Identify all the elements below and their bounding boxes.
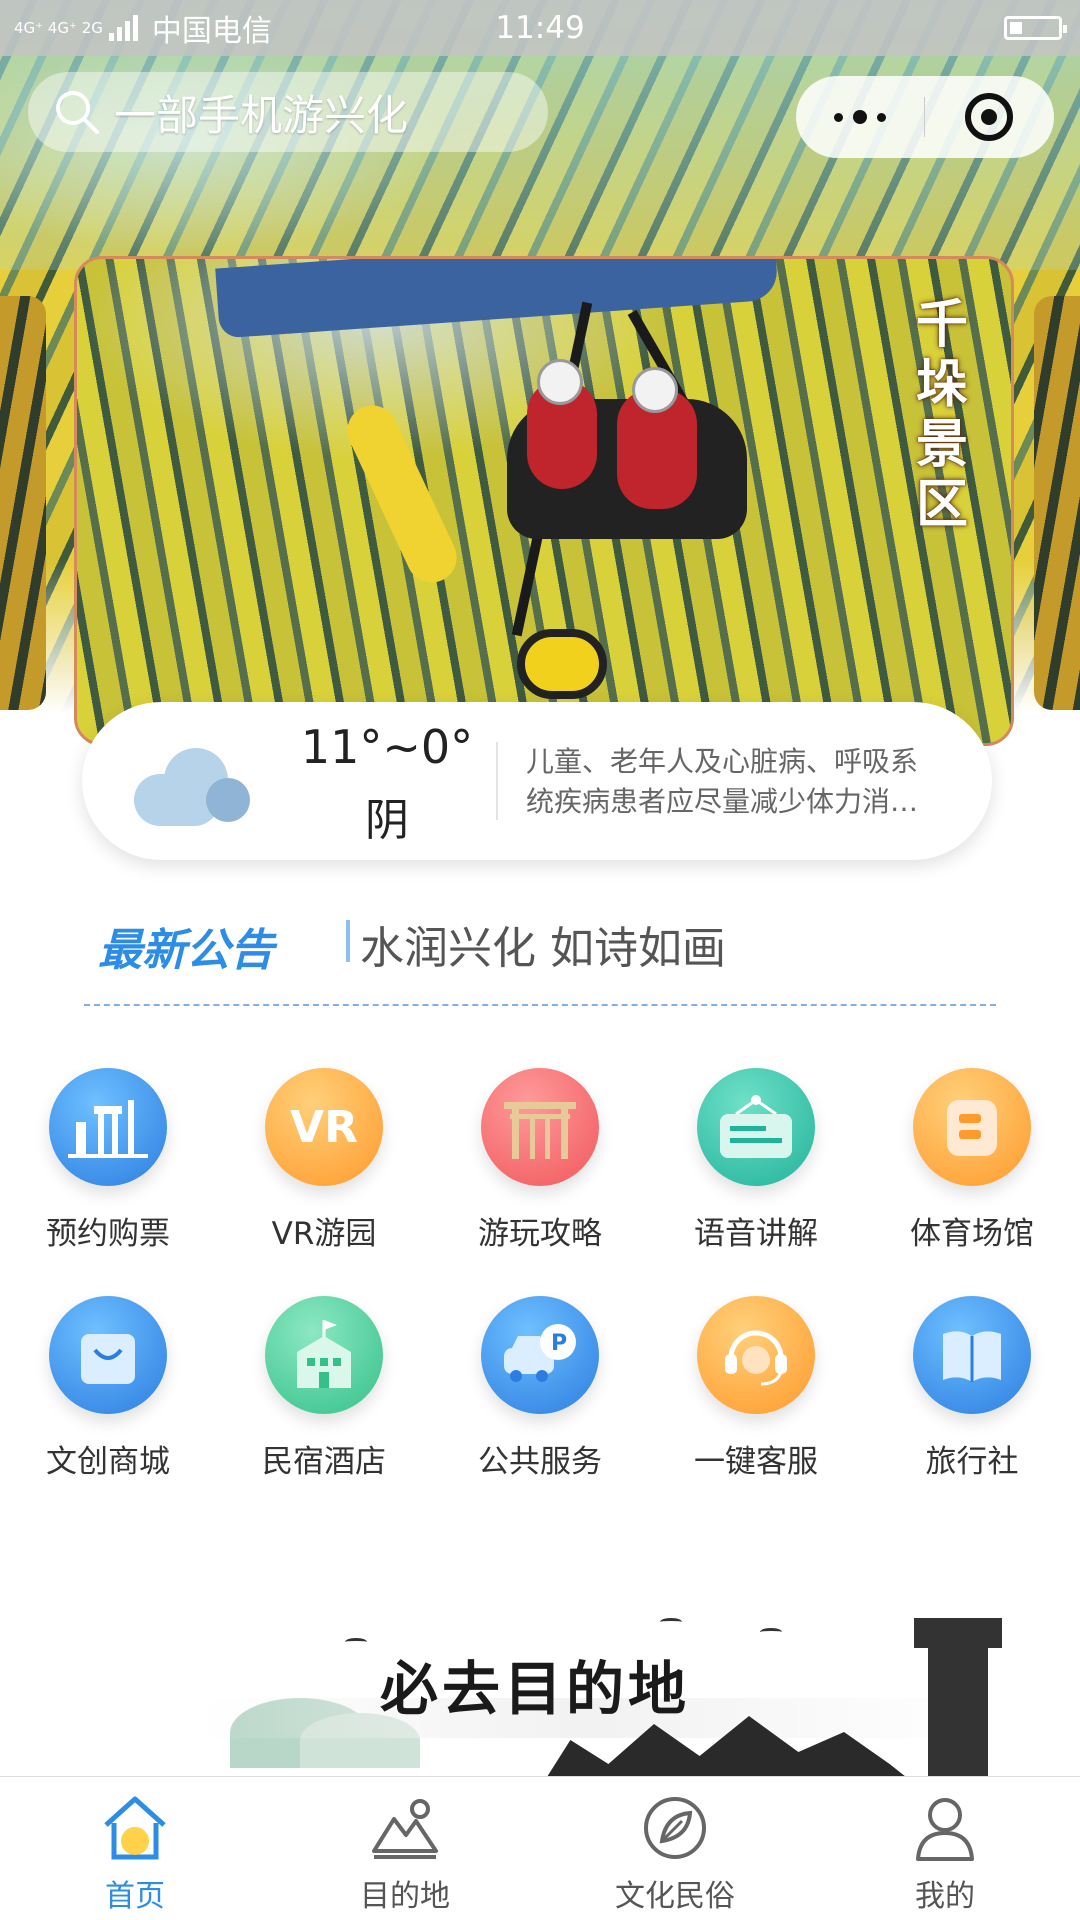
bottom-tab-bar: 首页 目的地 文化民俗 我的 [0,1776,1080,1920]
grid-item-label: 体育场馆 [910,1216,1034,1252]
status-time: 11:49 [495,10,585,46]
ticket-building-icon [49,1068,167,1186]
grid-item-shop[interactable]: 文创商城 [0,1296,216,1524]
temperature-range: 11°~0° [300,720,474,774]
health-advice: 儿童、老年人及心脏病、呼吸系 统疾病患者应尽量减少体力消… [526,742,956,822]
banner-title-char: 区 [915,474,968,535]
vr-glyph: VR [290,1101,358,1153]
stadium-icon [913,1068,1031,1186]
banner-title-char: 垛 [915,354,968,415]
grid-item-label: 民宿酒店 [262,1444,386,1480]
weather-divider [496,742,498,820]
function-grid: 预约购票 VR VR游园 游玩攻略 语音讲解 体育场馆 文创商城 民宿酒店 P … [0,1068,1080,1524]
tab-destination[interactable]: 目的地 [270,1777,540,1920]
helmet-image [537,359,583,405]
battery-icon [1004,16,1067,40]
grid-item-label: 预约购票 [46,1216,170,1252]
vr-icon: VR [265,1068,383,1186]
grid-item-travel-agency[interactable]: 旅行社 [864,1296,1080,1524]
miniprogram-capsule [796,76,1054,158]
weather-condition: 阴 [365,795,409,846]
carousel-prev-card[interactable] [0,296,46,710]
more-button[interactable] [796,76,924,158]
bird-illustration [760,1628,782,1636]
book-icon [913,1296,1031,1414]
tab-culture[interactable]: 文化民俗 [540,1777,810,1920]
parking-icon: P [481,1296,599,1414]
search-placeholder: 一部手机游兴化 [114,90,409,140]
tab-label: 文化民俗 [615,1879,735,1914]
weather-card[interactable]: 11°~0° 阴 儿童、老年人及心脏病、呼吸系 统疾病患者应尽量减少体力消… [82,702,992,860]
grid-item-hotel[interactable]: 民宿酒店 [216,1296,432,1524]
advice-line: 统疾病患者应尽量减少体力消… [526,785,919,818]
grid-item-audio[interactable]: 语音讲解 [648,1068,864,1296]
search-icon [56,91,99,134]
grid-item-ticket[interactable]: 预约购票 [0,1068,216,1296]
grid-item-public[interactable]: P 公共服务 [432,1296,648,1524]
cloud-icon [134,732,254,832]
status-bar: 4G⁺ 4G⁺ 2G 中国电信 11:49 [0,0,1080,56]
announcement-text[interactable]: 水润兴化 如诗如画 [360,912,726,976]
tab-label: 首页 [105,1879,165,1914]
shopping-bag-icon [49,1296,167,1414]
advice-line: 儿童、老年人及心脏病、呼吸系 [526,745,919,778]
hotel-icon [265,1296,383,1414]
banner-title-char: 千 [915,294,968,355]
bird-illustration [660,1618,682,1626]
home-icon [104,1796,166,1860]
grid-item-label: 旅行社 [925,1444,1019,1480]
search-bar[interactable]: 一部手机游兴化 [28,72,548,152]
user-icon [916,1798,974,1861]
banner-title: 千 垛 景 区 [903,295,981,535]
grid-item-label: 公共服务 [478,1444,602,1480]
grid-item-stadium[interactable]: 体育场馆 [864,1068,1080,1296]
banner-title-char: 景 [915,414,968,475]
tab-mine[interactable]: 我的 [810,1777,1080,1920]
target-icon [965,93,1013,141]
wheel-image [517,629,607,699]
more-icon [834,112,843,122]
grid-item-guide[interactable]: 游玩攻略 [432,1068,648,1296]
signboard-icon [697,1068,815,1186]
helmet-image [632,367,678,413]
bird-illustration [345,1638,367,1646]
tower-illustration [928,1628,988,1778]
announcement-bar[interactable]: 最新公告 水润兴化 如诗如画 [84,910,996,1006]
grid-item-vr[interactable]: VR VR游园 [216,1068,432,1296]
tab-label: 目的地 [360,1879,450,1914]
grid-item-label: 一键客服 [694,1444,818,1480]
leaf-icon [644,1797,706,1859]
tab-home[interactable]: 首页 [0,1777,270,1920]
mountain-icon [372,1799,438,1859]
glider-wing-image [215,259,779,339]
tab-label: 我的 [915,1879,975,1914]
grid-item-label: 游玩攻略 [478,1216,602,1252]
propeller-image [339,397,465,591]
destination-section[interactable]: 必去目的地 [0,1588,1080,1778]
carousel-next-card[interactable] [1034,296,1080,710]
svg-text:P: P [551,1331,567,1356]
headset-icon [697,1296,815,1414]
banner-slide[interactable]: 千 垛 景 区 [74,256,1014,746]
announcement-separator [346,920,350,962]
grid-item-label: VR游园 [271,1216,377,1252]
gate-icon [481,1068,599,1186]
destination-title: 必去目的地 [380,1655,691,1723]
grid-item-service[interactable]: 一键客服 [648,1296,864,1524]
announcement-label: 最新公告 [98,925,274,976]
close-miniprogram-button[interactable] [925,76,1053,158]
grid-item-label: 文创商城 [46,1444,170,1480]
grid-item-label: 语音讲解 [694,1216,818,1252]
